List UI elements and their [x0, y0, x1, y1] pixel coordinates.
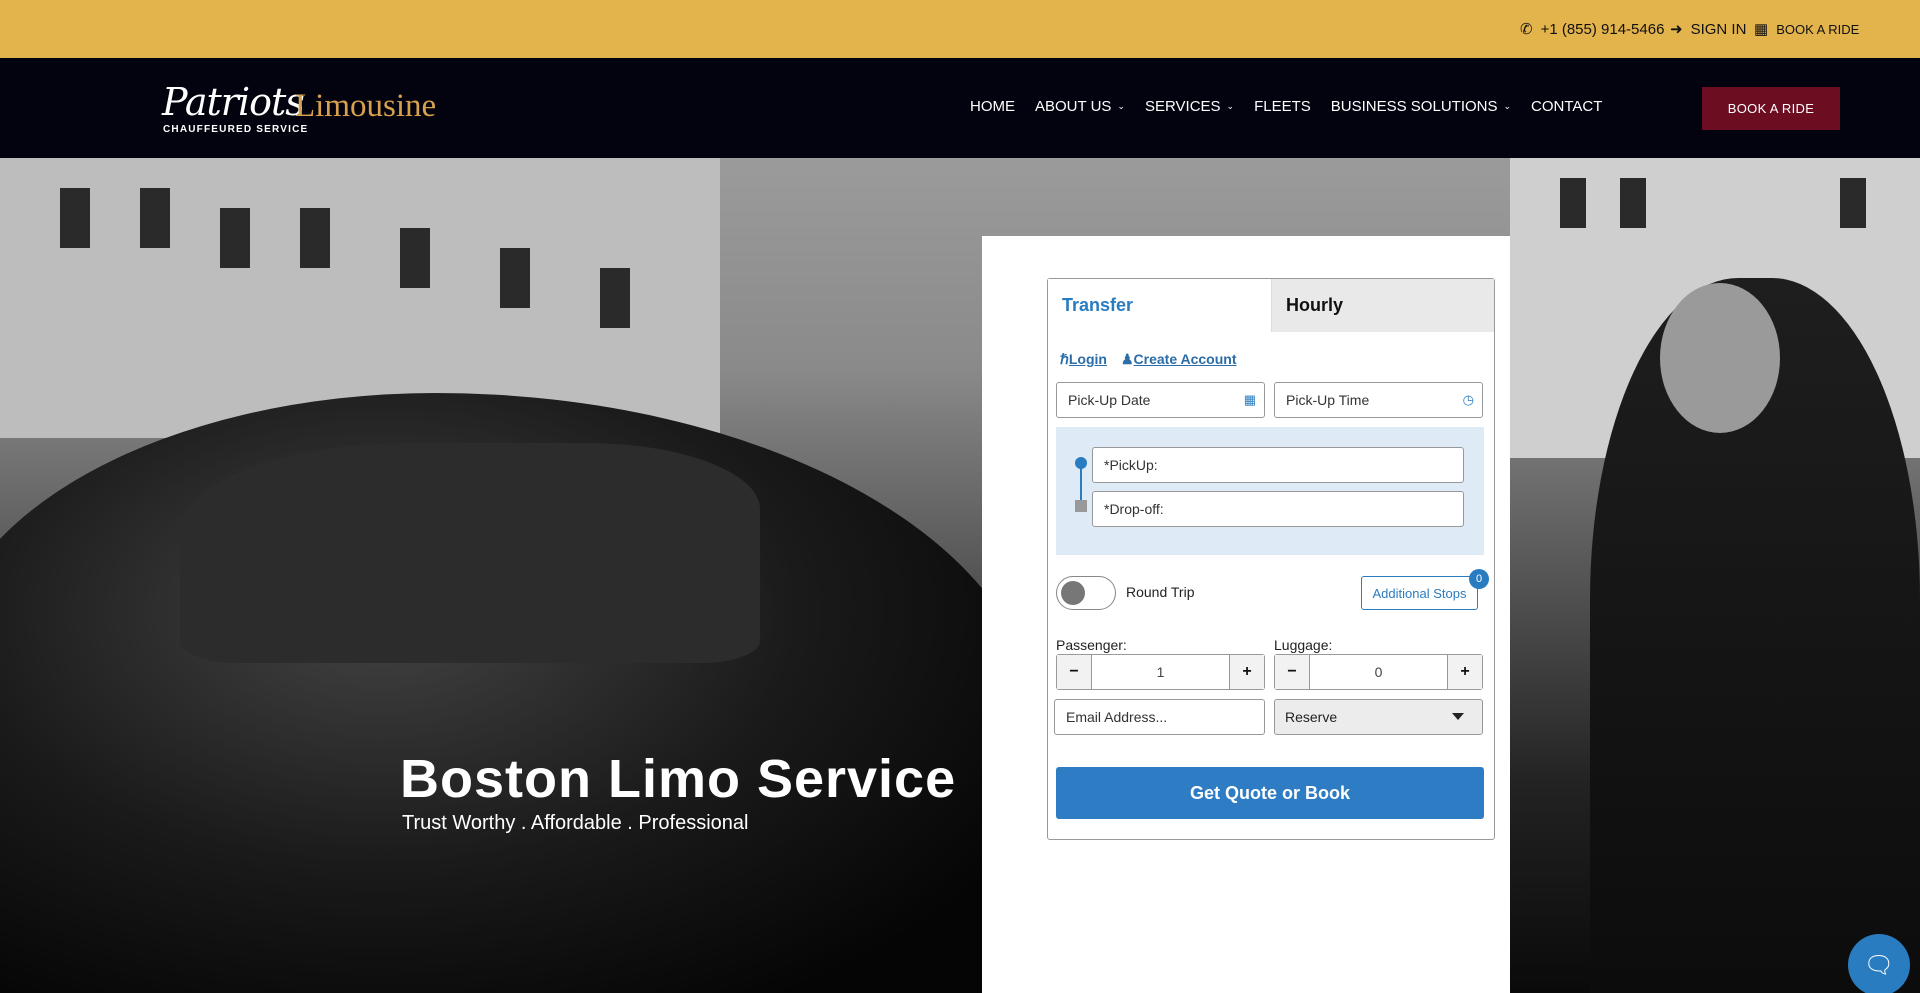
hero-car-window [180, 443, 760, 663]
building-window [1620, 178, 1646, 228]
sign-in-icon: ➜ [1670, 21, 1683, 38]
nav-home[interactable]: HOME [970, 98, 1015, 115]
chevron-down-icon: ⌄ [1117, 101, 1125, 111]
calendar-check-icon: ▦ [1754, 21, 1769, 38]
book-a-ride-button[interactable]: BOOK A RIDE [1702, 87, 1840, 130]
passenger-stepper: − 1 + [1056, 654, 1265, 690]
luggage-stepper: − 0 + [1274, 654, 1483, 690]
building-window [60, 188, 90, 248]
logo-subtitle: CHAUFFEURED SERVICE [163, 124, 309, 135]
building-window [600, 268, 630, 328]
phone-link[interactable]: ✆ +1 (855) 914-5466 [1520, 20, 1665, 39]
building-window [220, 208, 250, 268]
site-logo[interactable]: Patriots Limousine CHAUFFEURED SERVICE [162, 80, 462, 136]
building-window [140, 188, 170, 248]
logo-limousine-text: Limousine [295, 88, 437, 124]
pickup-time-placeholder: Pick-Up Time [1286, 392, 1370, 408]
hero-subtitle: Trust Worthy . Affordable . Professional [402, 812, 749, 834]
round-trip-toggle[interactable] [1056, 576, 1116, 610]
chat-bubble-icon: 🗨 [1863, 951, 1895, 979]
building-window [300, 208, 330, 268]
user-icon: ♟ [1120, 351, 1134, 367]
hero-person-face [1660, 283, 1780, 433]
login-icon: ℏ [1060, 351, 1069, 367]
main-nav: HOME ABOUT US ⌄ SERVICES ⌄ FLEETS BUSINESS… [970, 98, 1602, 115]
logo-script-text: Patriots [162, 80, 305, 124]
phone-number: +1 (855) 914-5466 [1540, 20, 1665, 38]
reserve-selected-value: Reserve [1285, 709, 1338, 725]
pickup-location-placeholder: *PickUp: [1104, 457, 1158, 473]
nav-about-us[interactable]: ABOUT US ⌄ [1035, 98, 1125, 115]
hero-section [0, 158, 1920, 993]
account-links: ℏLogin ♟Create Account [1060, 351, 1237, 368]
luggage-minus-button[interactable]: − [1275, 655, 1310, 689]
plus-icon: + [1460, 663, 1470, 680]
luggage-value[interactable]: 0 [1310, 655, 1447, 689]
top-book-link[interactable]: ▦ BOOK A RIDE [1754, 20, 1859, 38]
building-window [1840, 178, 1866, 228]
email-placeholder: Email Address... [1066, 709, 1168, 725]
chat-widget-button[interactable]: 🗨 [1848, 934, 1910, 993]
chevron-down-icon: ⌄ [1226, 101, 1235, 111]
toggle-knob [1061, 581, 1085, 605]
pickup-location-input[interactable]: *PickUp: [1092, 447, 1464, 483]
nav-business-label: BUSINESS SOLUTIONS [1330, 98, 1498, 115]
building-window [500, 248, 530, 308]
nav-contact[interactable]: CONTACT [1531, 98, 1602, 115]
login-link[interactable]: ℏLogin [1060, 351, 1107, 368]
nav-home-label: HOME [970, 98, 1015, 115]
nav-services[interactable]: SERVICES ⌄ [1145, 98, 1234, 115]
sign-in-label: SIGN IN [1690, 20, 1747, 38]
pickup-date-input[interactable]: Pick-Up Date ▦ [1056, 382, 1265, 418]
pickup-date-placeholder: Pick-Up Date [1068, 392, 1151, 408]
building-window [1560, 178, 1586, 228]
nav-business-solutions[interactable]: BUSINESS SOLUTIONS ⌄ [1331, 98, 1511, 115]
caret-down-icon [1452, 713, 1464, 720]
chevron-down-icon: ⌄ [1503, 101, 1512, 111]
email-input[interactable]: Email Address... [1054, 699, 1265, 735]
main-navbar: Patriots Limousine CHAUFFEURED SERVICE H… [0, 58, 1920, 158]
luggage-plus-button[interactable]: + [1447, 655, 1482, 689]
nav-services-label: SERVICES [1144, 98, 1221, 115]
tab-transfer[interactable]: Transfer [1048, 279, 1271, 332]
nav-about-label: ABOUT US [1035, 98, 1112, 115]
passenger-label: Passenger: [1056, 637, 1127, 653]
top-book-label: BOOK A RIDE [1776, 21, 1860, 37]
get-quote-button[interactable]: Get Quote or Book [1056, 767, 1484, 819]
minus-icon: − [1069, 663, 1079, 680]
dropoff-location-placeholder: *Drop-off: [1104, 501, 1164, 517]
sign-in-link[interactable]: ➜ SIGN IN [1670, 20, 1747, 39]
login-label: Login [1068, 351, 1107, 367]
luggage-label: Luggage: [1274, 637, 1333, 653]
passenger-value[interactable]: 1 [1092, 655, 1229, 689]
round-trip-label: Round Trip [1126, 584, 1195, 600]
create-account-label: Create Account [1133, 351, 1237, 367]
booking-form: Transfer Hourly ℏLogin ♟Create Account P… [1047, 278, 1495, 840]
clock-icon: ◷ [1462, 392, 1474, 407]
calendar-icon: ▦ [1243, 392, 1256, 407]
route-section: *PickUp: *Drop-off: [1056, 427, 1484, 555]
dropoff-location-input[interactable]: *Drop-off: [1092, 491, 1464, 527]
additional-stops-button[interactable]: Additional Stops [1361, 576, 1478, 610]
building-window [400, 228, 430, 288]
reserve-select[interactable]: Reserve [1274, 699, 1483, 735]
passenger-minus-button[interactable]: − [1057, 655, 1092, 689]
dropoff-square-icon [1075, 500, 1087, 512]
route-line [1080, 467, 1082, 500]
passenger-plus-button[interactable]: + [1229, 655, 1264, 689]
top-utility-bar: ✆ +1 (855) 914-5466 ➜ SIGN IN ▦ BOOK A R… [0, 0, 1920, 58]
nav-fleets[interactable]: FLEETS [1254, 98, 1311, 115]
tab-hourly[interactable]: Hourly [1271, 279, 1494, 332]
nav-fleets-label: FLEETS [1254, 98, 1311, 115]
stops-count-badge: 0 [1469, 569, 1489, 589]
hero-title: Boston Limo Service [400, 749, 957, 809]
create-account-link[interactable]: ♟Create Account [1121, 351, 1237, 368]
phone-icon: ✆ [1520, 21, 1533, 38]
pickup-time-input[interactable]: Pick-Up Time ◷ [1274, 382, 1483, 418]
booking-tabs: Transfer Hourly [1048, 279, 1494, 332]
nav-contact-label: CONTACT [1531, 98, 1603, 115]
plus-icon: + [1242, 663, 1252, 680]
minus-icon: − [1287, 663, 1297, 680]
